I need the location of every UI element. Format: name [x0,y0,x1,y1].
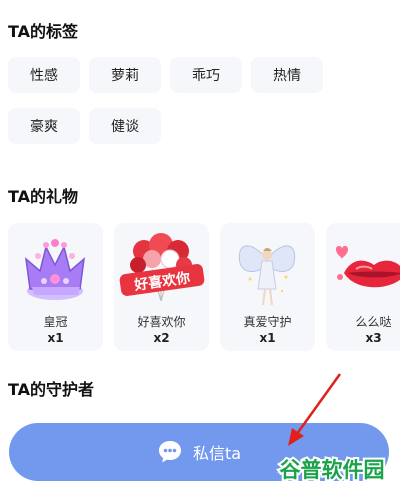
gift-count: x1 [259,331,276,345]
gifts-section-title: TA的礼物 [8,187,79,206]
private-message-label: 私信ta [192,444,242,463]
angel-gift-icon [238,245,296,306]
guardians-section-title: TA的守护者 [8,380,95,399]
annotation-arrow-icon [288,373,342,446]
watermark-logo: 谷普软件园 谷普软件园 [272,451,392,487]
crown-gift-icon [24,239,86,300]
gift-card-angel[interactable]: 真爱守护 x1 [220,223,315,351]
gift-card-crown[interactable]: 皇冠 x1 [8,223,103,351]
gift-count: x2 [153,331,170,345]
gift-name: 么么哒 [355,315,392,329]
gift-name: 真爱守护 [243,315,292,329]
gift-list: 皇冠 x1 好喜欢你 好喜欢你 x2 真爱守护 x1 么么哒 x3 [8,223,400,351]
tag-haoshuang[interactable]: 豪爽 [8,108,80,144]
tag-luoli[interactable]: 萝莉 [89,57,161,93]
gift-name: 好喜欢你 [137,315,186,329]
watermark-text: 谷普软件园 [280,458,385,482]
gift-name: 皇冠 [43,315,68,329]
gift-card-heart-balloons[interactable]: 好喜欢你 好喜欢你 x2 [114,223,209,351]
gift-count: x1 [47,331,64,345]
gift-card-kiss-lips[interactable]: 么么哒 x3 [326,223,400,351]
tag-reqing[interactable]: 热情 [251,57,323,93]
gift-count: x3 [365,331,382,345]
tag-xinggan[interactable]: 性感 [8,57,80,93]
kiss-lips-gift-icon [336,246,400,288]
heart-balloons-gift-icon: 好喜欢你 [119,233,205,302]
tag-jiantan[interactable]: 健谈 [89,108,161,144]
tags-section-title: TA的标签 [8,22,79,41]
tag-guaiqiao[interactable]: 乖巧 [170,57,242,93]
chat-bubble-icon [158,441,181,463]
